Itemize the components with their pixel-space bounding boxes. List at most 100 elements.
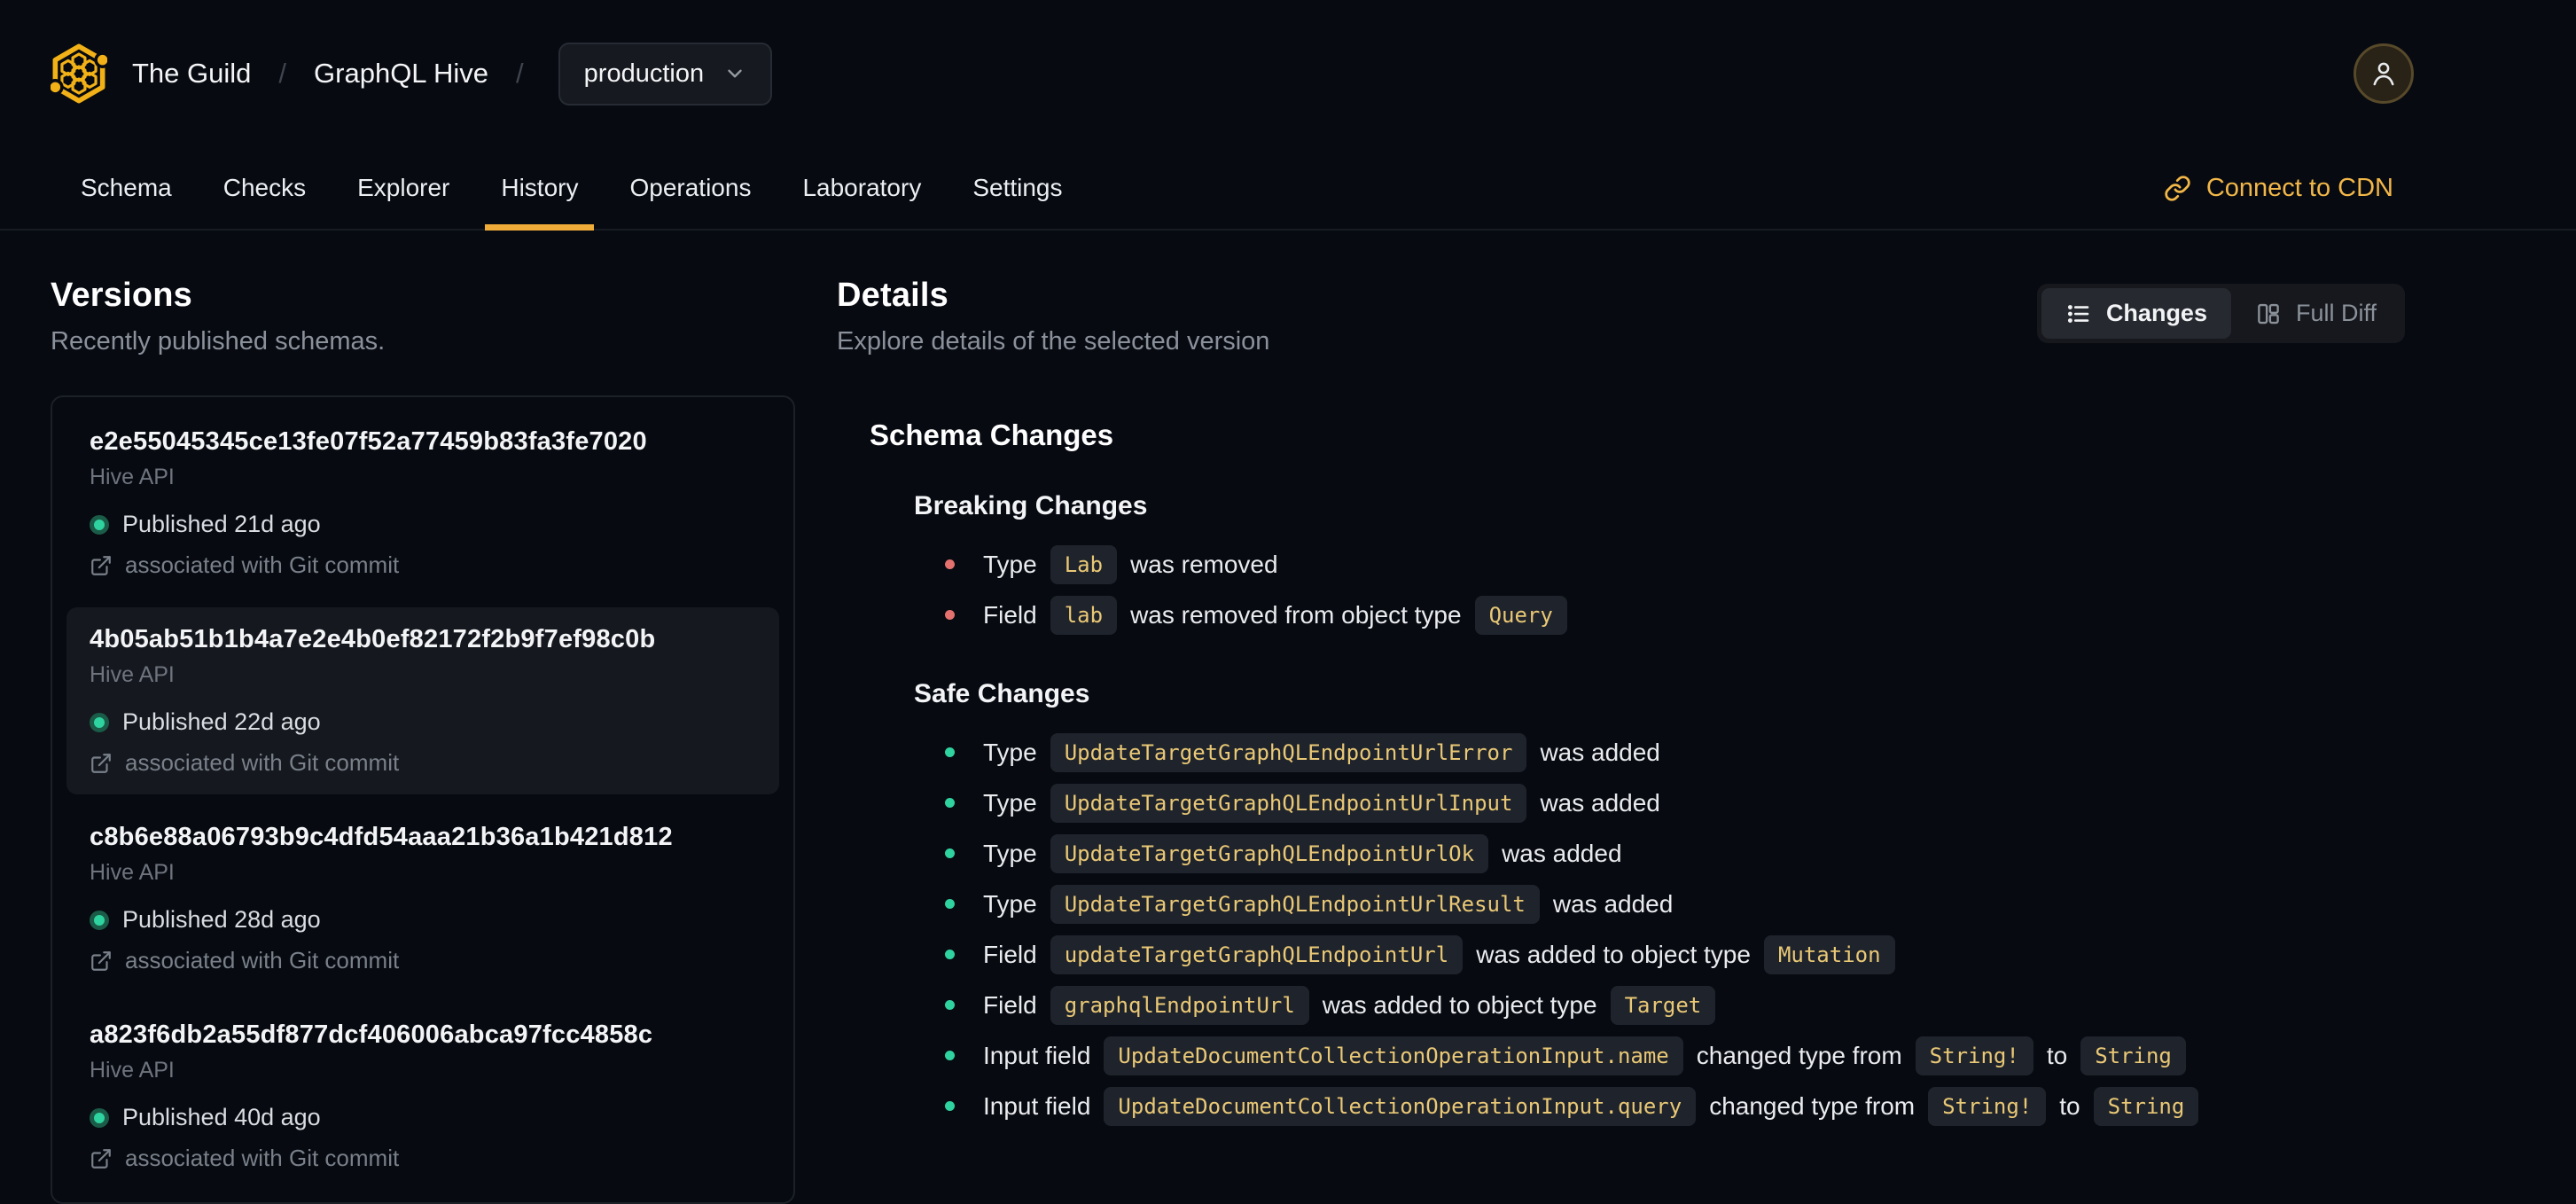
hive-logo-icon[interactable] — [51, 43, 107, 105]
change-text: was added — [1502, 839, 1622, 867]
change-text: was added — [1540, 738, 1660, 766]
code-chip: UpdateTargetGraphQLEndpointUrlOk — [1050, 833, 1489, 873]
changes-toggle-button[interactable]: Changes — [2041, 288, 2231, 339]
change-bullet — [945, 559, 955, 569]
change-bullet — [945, 1000, 955, 1010]
code-chip: Lab — [1050, 544, 1118, 584]
tab-settings[interactable]: Settings — [956, 147, 1078, 229]
change-text: changed type from — [1709, 1091, 1916, 1120]
published-status: Published 21d ago — [90, 511, 756, 538]
versions-subtitle: Recently published schemas. — [51, 327, 386, 356]
change-bullet — [945, 610, 955, 620]
change-row: Input field UpdateDocumentCollectionOpera… — [945, 1030, 2523, 1081]
safe-changes-title: Safe Changes — [914, 679, 1090, 708]
change-text: Field — [983, 990, 1037, 1019]
tab-history[interactable]: History — [485, 147, 595, 231]
change-text: Type — [983, 738, 1037, 766]
change-text: to — [2059, 1091, 2080, 1120]
list-icon — [2065, 301, 2092, 327]
version-list: e2e55045345ce13fe07f52a77459b83fa3fe7020… — [51, 395, 795, 1204]
versions-title: Versions — [51, 277, 193, 314]
external-link-icon — [90, 950, 113, 973]
code-chip: graphqlEndpointUrl — [1050, 985, 1309, 1025]
git-commit-label: associated with Git commit — [125, 749, 400, 776]
published-status: Published 22d ago — [90, 708, 756, 736]
nav-bar: Schema Checks Explorer History Operations Lab… — [0, 147, 2576, 231]
version-hash: c8b6e88a06793b9c4dfd54aaa21b36a1b421d812 — [90, 823, 673, 851]
code-chip: Mutation — [1763, 934, 1895, 974]
code-chip: lab — [1050, 595, 1118, 635]
breadcrumb: The Guild / GraphQL Hive / production — [132, 42, 773, 106]
code-chip: String — [2093, 1086, 2199, 1126]
code-chip: Query — [1474, 595, 1567, 635]
change-text: Field — [983, 600, 1037, 629]
git-commit-link[interactable]: associated with Git commit — [90, 551, 756, 579]
view-toggle: Changes Full Diff — [2036, 284, 2405, 343]
header: The Guild / GraphQL Hive / production — [0, 0, 2576, 147]
git-commit-label: associated with Git commit — [125, 947, 400, 973]
code-chip: updateTargetGraphQLEndpointUrl — [1050, 934, 1464, 974]
change-text: was removed from object type — [1130, 600, 1462, 629]
published-status: Published 40d ago — [90, 1104, 756, 1131]
change-row: Type UpdateTargetGraphQLEndpointUrlOk was … — [945, 828, 2523, 879]
git-commit-link[interactable]: associated with Git commit — [90, 749, 756, 777]
schema-changes-title: Schema Changes — [870, 418, 1114, 451]
tab-checks[interactable]: Checks — [207, 147, 322, 229]
change-text: Type — [983, 550, 1037, 578]
status-dot — [90, 712, 109, 732]
schema-changes-section: Schema Changes Breaking Changes Type Lab w… — [837, 418, 2523, 1131]
published-label: Published 22d ago — [122, 708, 321, 735]
target-selector-value: production — [583, 59, 705, 88]
change-row: Field graphqlEndpointUrl was added to obje… — [945, 980, 2523, 1030]
change-bullet — [945, 798, 955, 808]
avatar[interactable] — [2354, 43, 2414, 104]
tab-schema[interactable]: Schema — [65, 147, 188, 229]
breadcrumb-separator: / — [278, 58, 287, 89]
version-hash: e2e55045345ce13fe07f52a77459b83fa3fe7020 — [90, 427, 647, 456]
org-name[interactable]: The Guild — [132, 58, 251, 90]
link-icon — [2164, 175, 2191, 202]
version-item[interactable]: a823f6db2a55df877dcf406006abca97fcc4858c… — [66, 1003, 779, 1190]
version-hash: a823f6db2a55df877dcf406006abca97fcc4858c — [90, 1020, 653, 1049]
full-diff-toggle-button[interactable]: Full Diff — [2231, 288, 2400, 339]
change-text: was added to object type — [1476, 940, 1751, 968]
change-text: was removed — [1130, 550, 1278, 578]
status-dot — [90, 1107, 109, 1128]
change-row: Field updateTargetGraphQLEndpointUrl was a… — [945, 929, 2523, 980]
target-selector[interactable]: production — [558, 42, 773, 106]
main-content: Versions Recently published schemas. e2e… — [0, 231, 2576, 1204]
change-row: Input field UpdateDocumentCollectionOpera… — [945, 1081, 2523, 1131]
version-item[interactable]: c8b6e88a06793b9c4dfd54aaa21b36a1b421d812… — [66, 805, 779, 992]
connect-cdn-link[interactable]: Connect to CDN — [2164, 174, 2393, 203]
code-chip: UpdateDocumentCollectionOperationInput.n… — [1104, 1036, 1683, 1075]
project-name[interactable]: GraphQL Hive — [314, 58, 488, 90]
change-text: was added — [1552, 889, 1674, 918]
change-text: Input field — [983, 1041, 1091, 1069]
code-chip: String! — [1928, 1086, 2047, 1126]
tab-operations[interactable]: Operations — [613, 147, 767, 229]
git-commit-link[interactable]: associated with Git commit — [90, 1145, 756, 1172]
published-label: Published 28d ago — [122, 906, 321, 933]
change-row: Type UpdateTargetGraphQLEndpointUrlResult… — [945, 879, 2523, 929]
change-text: Type — [983, 839, 1037, 867]
user-icon — [2368, 58, 2400, 90]
breaking-changes-list: Type Lab was removed Field lab was removed fr… — [945, 539, 2523, 640]
full-diff-toggle-label: Full Diff — [2295, 300, 2377, 326]
change-bullet — [945, 747, 955, 757]
code-chip: UpdateTargetGraphQLEndpointUrlResult — [1050, 884, 1540, 924]
connect-cdn-label: Connect to CDN — [2205, 173, 2393, 202]
version-item[interactable]: e2e55045345ce13fe07f52a77459b83fa3fe7020… — [66, 410, 779, 597]
tab-explorer[interactable]: Explorer — [341, 147, 465, 229]
tab-laboratory[interactable]: Laboratory — [786, 147, 937, 229]
change-bullet — [945, 848, 955, 858]
nav-tabs: Schema Checks Explorer History Operations Lab… — [65, 147, 1098, 231]
change-row: Type UpdateTargetGraphQLEndpointUrlInput w… — [945, 778, 2523, 828]
published-status: Published 28d ago — [90, 906, 756, 934]
version-service: Hive API — [90, 662, 175, 687]
versions-panel: Versions Recently published schemas. e2e… — [51, 231, 795, 1204]
change-row: Field lab was removed from object type Quer… — [945, 590, 2523, 640]
git-commit-link[interactable]: associated with Git commit — [90, 947, 756, 974]
change-row: Type Lab was removed — [945, 539, 2523, 590]
version-item[interactable]: 4b05ab51b1b4a7e2e4b0ef82172f2b9f7ef98c0b… — [66, 607, 779, 794]
change-bullet — [945, 899, 955, 909]
